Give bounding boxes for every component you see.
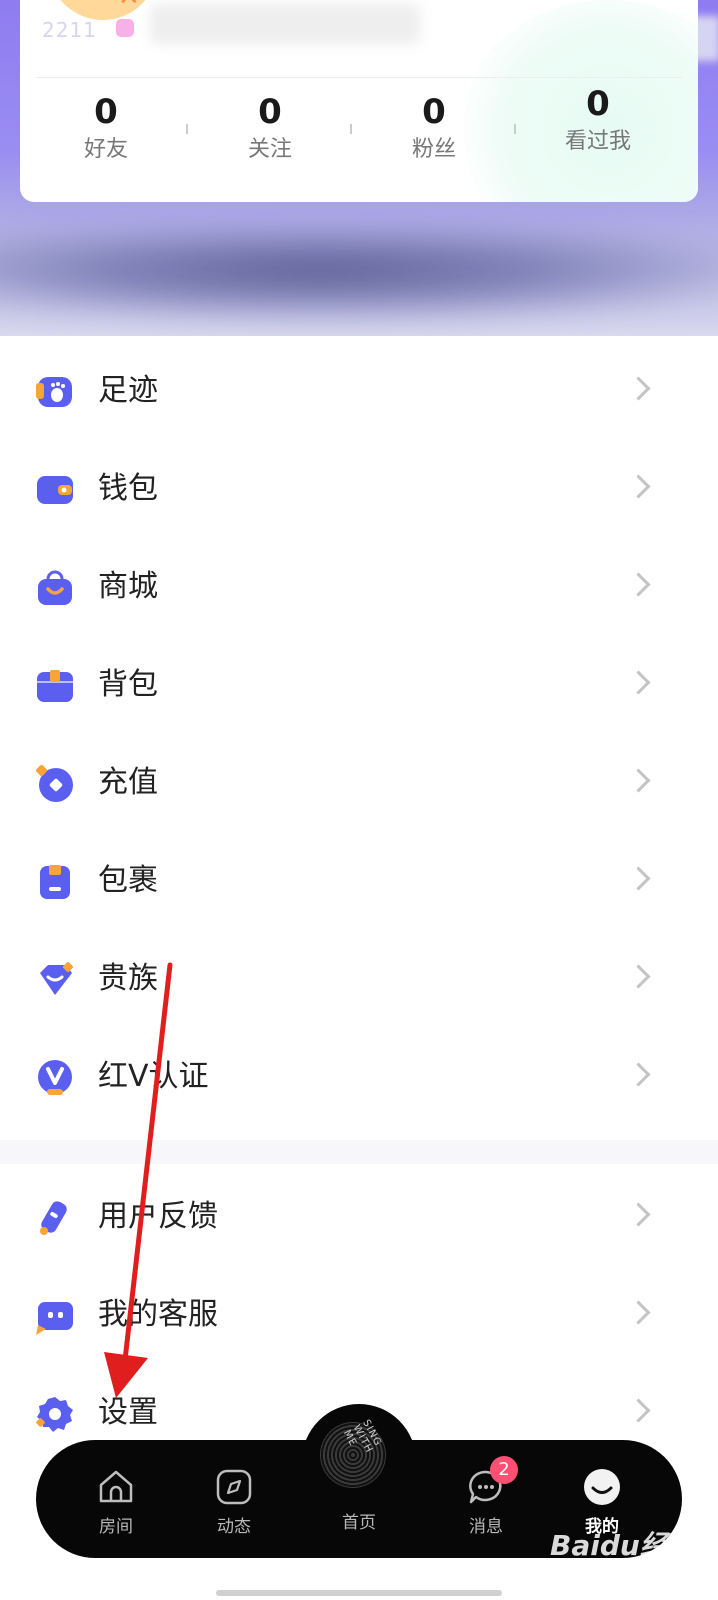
watermark: Baidu经验 [550, 1529, 696, 1562]
stat-following[interactable]: 0 关注 [210, 92, 330, 166]
header-background: ✕ 2211 0 好友 0 关注 0 粉丝 0 看过我 [0, 0, 718, 336]
chevron-right-icon [626, 376, 651, 401]
profile-card: ✕ 2211 0 好友 0 关注 0 粉丝 0 看过我 [20, 0, 698, 202]
user-id: 2211 [42, 18, 97, 42]
gear-icon [36, 1397, 73, 1432]
home-spacer [340, 1480, 378, 1506]
menu-item-label: 用户反馈 [98, 1199, 218, 1234]
nav-label: 房间 [99, 1517, 133, 1537]
stat-value: 0 [94, 92, 118, 132]
stat-label: 关注 [247, 137, 292, 162]
house-icon [99, 1470, 133, 1503]
stat-label: 看过我 [564, 129, 631, 154]
chevron-right-icon [626, 572, 651, 597]
wallet-icon [37, 476, 73, 504]
card-divider [36, 77, 682, 78]
nav-label: 消息 [469, 1517, 503, 1537]
stat-label: 好友 [83, 137, 128, 162]
menu-item-label: 充值 [98, 765, 158, 800]
chevron-right-icon [626, 1202, 651, 1227]
menu-item-mall[interactable]: 商城 [0, 538, 718, 636]
menu-item-label: 设置 [98, 1395, 158, 1430]
chevron-right-icon [626, 670, 651, 695]
menu-item-customer-service[interactable]: 我的客服 [0, 1266, 718, 1364]
footprint-icon [36, 377, 72, 407]
menu-item-feedback[interactable]: 用户反馈 [0, 1168, 718, 1266]
watermark-url: jingyan.baidu.com [550, 1566, 661, 1580]
stat-value: 0 [586, 84, 610, 124]
stat-divider [186, 124, 188, 134]
feedback-pen-icon [40, 1201, 67, 1235]
menu-item-backpack[interactable]: 背包 [0, 636, 718, 734]
menu-item-label: 包裹 [98, 863, 158, 898]
menu-item-nobility[interactable]: 贵族 [0, 930, 718, 1028]
nav-label: 首页 [342, 1513, 376, 1533]
home-indicator[interactable] [216, 1590, 502, 1596]
shopping-bag-icon [38, 570, 72, 605]
stat-value: 0 [258, 92, 282, 132]
menu-item-package[interactable]: 包裹 [0, 832, 718, 930]
avatar[interactable] [48, 0, 158, 20]
v-badge-icon [38, 1060, 72, 1095]
message-badge: 2 [490, 1456, 518, 1484]
stat-value: 0 [422, 92, 446, 132]
avatar-icon [584, 1469, 620, 1505]
menu-item-label: 足迹 [98, 373, 158, 408]
menu-item-red-v[interactable]: 红V认证 [0, 1028, 718, 1126]
chevron-right-icon [626, 1398, 651, 1423]
stat-divider [514, 124, 516, 134]
menu-item-wallet[interactable]: 钱包 [0, 440, 718, 538]
section-divider [0, 1140, 718, 1164]
chevron-right-icon [626, 768, 651, 793]
stat-fans[interactable]: 0 粉丝 [374, 92, 494, 166]
stat-label: 粉丝 [411, 137, 456, 162]
menu-item-label: 红V认证 [98, 1059, 209, 1094]
diamond-icon [40, 961, 74, 995]
stat-friends[interactable]: 0 好友 [46, 92, 166, 166]
menu-item-recharge[interactable]: 充值 [0, 734, 718, 832]
menu-item-label: 商城 [98, 569, 158, 604]
chevron-right-icon [626, 1062, 651, 1087]
nav-label: 动态 [217, 1517, 251, 1537]
package-icon [40, 865, 70, 899]
menu-item-label: 贵族 [98, 961, 158, 996]
menu-item-label: 我的客服 [98, 1297, 218, 1332]
blurred-username [150, 4, 420, 44]
chevron-right-icon [626, 1300, 651, 1325]
stat-visitors[interactable]: 0 看过我 [538, 84, 658, 158]
chevron-right-icon [626, 866, 651, 891]
nav-item-home[interactable]: 首页 [319, 1480, 399, 1534]
backpack-icon [37, 670, 73, 702]
blurred-banner [0, 230, 718, 320]
recharge-coin-icon [36, 765, 73, 802]
chevron-right-icon [626, 474, 651, 499]
menu-item-footprint[interactable]: 足迹 [0, 342, 718, 440]
menu-item-label: 背包 [98, 667, 158, 702]
menu-item-label: 钱包 [98, 471, 158, 506]
avatar-decoration-icon: ✕ [118, 0, 140, 12]
id-badge-icon [116, 19, 134, 37]
compass-icon [216, 1469, 252, 1505]
stat-divider [350, 124, 352, 134]
nav-item-room[interactable]: 房间 [76, 1468, 156, 1538]
nav-item-feed[interactable]: 动态 [194, 1468, 274, 1538]
chevron-right-icon [626, 964, 651, 989]
customer-service-icon [36, 1302, 73, 1335]
